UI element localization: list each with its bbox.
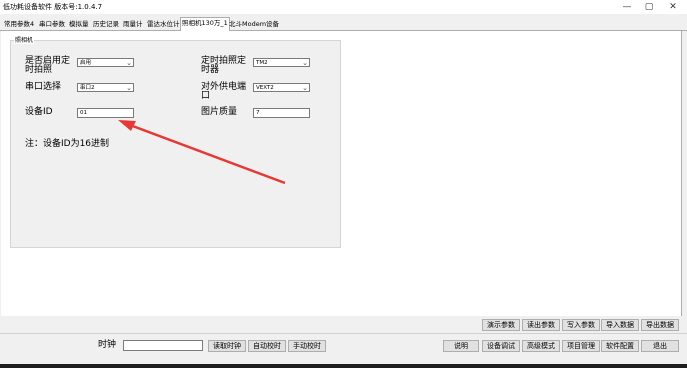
- write-params-button[interactable]: 写入参数: [562, 319, 600, 331]
- arrow-shaft: [129, 123, 286, 185]
- project-button[interactable]: 项目管理: [562, 340, 600, 352]
- taskbar-edge: [0, 364, 687, 368]
- manual-sync-button[interactable]: 手动校时: [288, 340, 326, 352]
- bottom-separator: [0, 333, 687, 334]
- debug-button[interactable]: 设备调试: [482, 340, 520, 352]
- exit-button[interactable]: 退出: [641, 340, 679, 352]
- help-button[interactable]: 说明: [443, 340, 479, 352]
- read-params-button[interactable]: 读出参数: [522, 319, 560, 331]
- clock-label: 时钟: [98, 340, 117, 350]
- advanced-button[interactable]: 高级模式: [522, 340, 560, 352]
- import-data-button[interactable]: 导入数据: [601, 319, 639, 331]
- clock-input[interactable]: [123, 340, 203, 351]
- demo-params-button[interactable]: 演示参数: [482, 319, 520, 331]
- export-data-button[interactable]: 导出数据: [641, 319, 679, 331]
- config-button[interactable]: 软件配置: [601, 340, 639, 352]
- read-clock-button[interactable]: 读取时钟: [208, 340, 246, 352]
- arrow-head: [118, 120, 136, 131]
- auto-sync-button[interactable]: 自动校时: [248, 340, 286, 352]
- annotation-arrow: [118, 120, 286, 185]
